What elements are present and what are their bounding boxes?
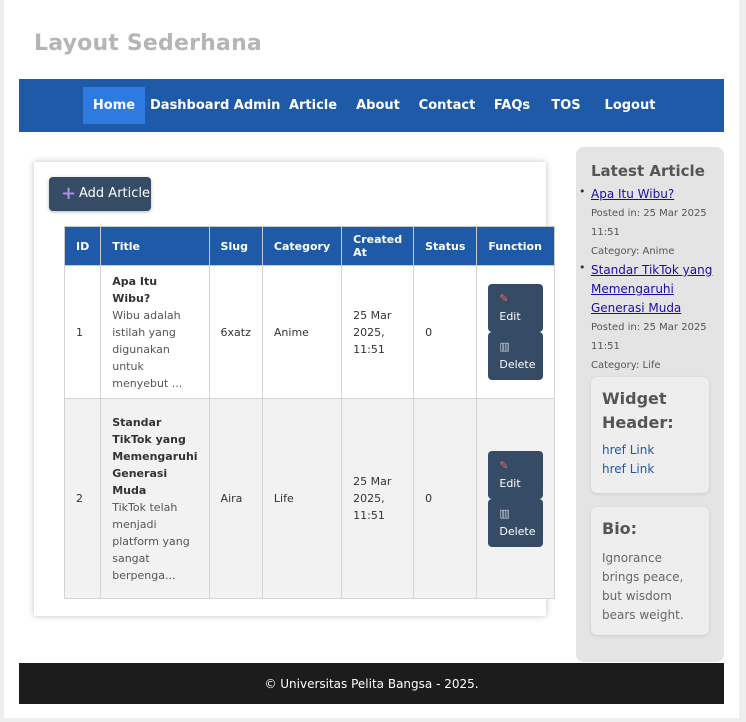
nav-dashboard-admin[interactable]: Dashboard Admin [150,87,280,124]
cell-id: 2 [63,398,102,599]
nav-faqs[interactable]: FAQs [490,87,534,124]
page: Layout Sederhana Home Dashboard Admin Ar… [4,0,739,718]
trash-icon: ▥ [499,506,510,520]
article-panel: + Add Article ID Title Slug Category Cre… [34,162,556,616]
list-item: Standar TikTok yang Memengaruhi Generasi… [579,261,716,375]
article-excerpt: Wibu adalah istilah yang digunakan untuk… [112,308,183,390]
pencil-icon: ✎ [499,458,509,472]
article-excerpt: TikTok telah menjadi platform yang sanga… [112,500,190,582]
bio-text: Ignorance brings peace, but wisdom bears… [602,551,684,622]
article-category: Category: Anime [591,246,675,257]
widget-link[interactable]: href Link [602,460,702,479]
cell-status: 0 [413,398,478,599]
plus-icon: + [61,183,77,204]
main-navbar: Home Dashboard Admin Article About Conta… [19,79,724,132]
cell-created: 25 Mar 2025, 11:51 [341,398,415,599]
site-title: Layout Sederhana [34,31,262,56]
widget-link[interactable]: href Link [602,441,702,460]
col-title: Title [100,226,210,266]
posted-date: Posted in: 25 Mar 2025 11:51 [591,208,707,238]
posted-date: Posted in: 25 Mar 2025 11:51 [591,322,707,352]
widget-header: Widget Header: [602,389,674,432]
latest-article-list: Apa Itu Wibu? Posted in: 25 Mar 2025 11:… [579,185,716,375]
delete-label: Delete [499,358,536,371]
col-function: Function [476,226,556,266]
col-created-at: Created At [341,226,415,266]
cell-category: Life [261,398,343,599]
delete-label: Delete [499,524,536,538]
col-category: Category [261,226,343,266]
widget-content: Widget Header: href Link href Link [602,387,702,479]
cell-id: 1 [63,265,102,399]
cell-slug: Aira [208,398,263,599]
cell-title: Apa Itu Wibu? Wibu adalah istilah yang d… [100,265,210,399]
add-article-label: Add Article [79,186,151,201]
bio-box: Bio: Ignorance brings peace, but wisdom … [591,507,709,635]
cell-function: ✎ Edit ▥ Delete [476,265,556,399]
article-title: Apa Itu Wibu? [112,274,158,305]
bio-heading: Bio: [602,519,638,538]
cell-created: 25 Mar 2025, 11:51 [341,265,415,399]
latest-article-link[interactable]: Standar TikTok yang Memengaruhi Generasi… [591,261,716,318]
col-status: Status [413,226,478,266]
col-id: ID [63,226,102,266]
delete-button[interactable]: ▥ Delete [488,332,544,380]
nav-article[interactable]: Article [285,87,341,124]
nav-logout[interactable]: Logout [597,87,663,124]
edit-label: Edit [499,310,521,323]
table-row: 2 Standar TikTok yang Memengaruhi Genera… [63,398,556,599]
cell-title: Standar TikTok yang Memengaruhi Generasi… [100,398,210,599]
nav-about[interactable]: About [352,87,404,124]
latest-article-link[interactable]: Apa Itu Wibu? [591,185,716,204]
footer: © Universitas Pelita Bangsa - 2025. [19,663,724,704]
nav-tos[interactable]: TOS [545,87,587,124]
list-item: Apa Itu Wibu? Posted in: 25 Mar 2025 11:… [579,185,716,261]
table-header-row: ID Title Slug Category Created At Status… [63,226,556,266]
nav-home[interactable]: Home [83,87,145,124]
edit-button[interactable]: ✎ Edit [488,450,544,499]
article-title: Standar TikTok yang Memengaruhi Generasi… [112,415,198,497]
bio-content: Bio: Ignorance brings peace, but wisdom … [602,517,702,625]
col-slug: Slug [208,226,263,266]
cell-slug: 6xatz [208,265,263,399]
nav-contact[interactable]: Contact [416,87,478,124]
table-row: 1 Apa Itu Wibu? Wibu adalah istilah yang… [63,265,556,399]
article-category: Category: Life [591,360,661,371]
widget-box: Widget Header: href Link href Link [591,377,709,493]
delete-button[interactable]: ▥ Delete [488,498,544,547]
cell-status: 0 [413,265,478,399]
cell-function: ✎ Edit ▥ Delete [476,398,556,599]
pencil-icon: ✎ [499,292,509,305]
cell-category: Anime [261,265,343,399]
edit-button[interactable]: ✎ Edit [488,284,544,332]
sidebar: Latest Article Apa Itu Wibu? Posted in: … [576,147,724,662]
trash-icon: ▥ [499,340,510,353]
add-article-button[interactable]: + Add Article [49,177,151,211]
edit-label: Edit [499,476,521,490]
latest-article-heading: Latest Article [591,162,705,180]
articles-table: ID Title Slug Category Created At Status… [63,226,556,599]
